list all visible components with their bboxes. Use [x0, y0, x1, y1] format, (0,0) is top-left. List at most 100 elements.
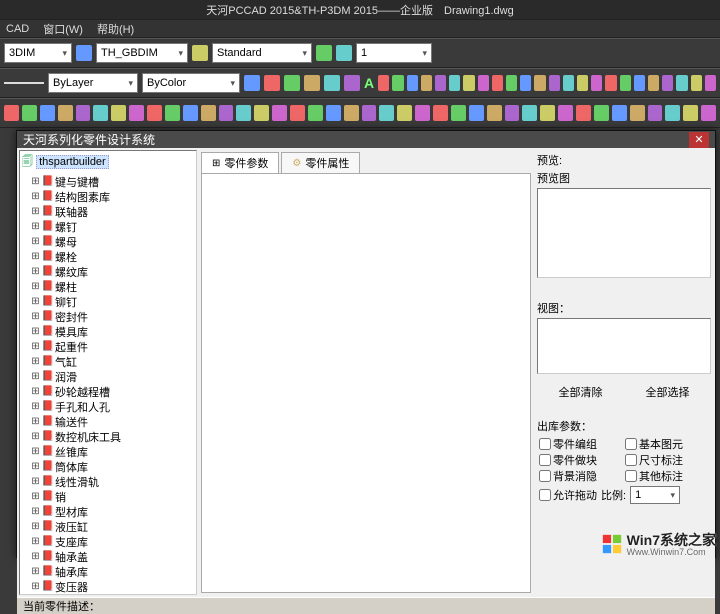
tree-item[interactable]: ⊞📕润滑 [20, 369, 196, 384]
tool-icon[interactable] [576, 105, 591, 121]
tool-icon[interactable] [201, 105, 216, 121]
tree-item[interactable]: ⊞📕丝锥库 [20, 444, 196, 459]
expander-icon[interactable]: ⊞ [30, 356, 41, 367]
tool-icon[interactable] [630, 105, 645, 121]
tool-icon[interactable] [284, 75, 300, 91]
check-part-group[interactable]: 零件编组 [539, 436, 617, 452]
tool-icon[interactable] [683, 105, 698, 121]
tool-icon[interactable] [540, 105, 555, 121]
expander-icon[interactable]: ⊞ [30, 296, 41, 307]
expander-icon[interactable]: ⊞ [30, 536, 41, 547]
tool-icon[interactable] [421, 75, 432, 91]
tree-item[interactable]: ⊞📕模具库 [20, 324, 196, 339]
tool-icon[interactable] [362, 105, 377, 121]
tool-icon[interactable] [648, 75, 659, 91]
tool-icon[interactable] [463, 75, 474, 91]
expander-icon[interactable]: ⊞ [30, 266, 41, 277]
tool-icon[interactable] [505, 105, 520, 121]
check-part-block[interactable]: 零件做块 [539, 452, 617, 468]
check-basic-elem[interactable]: 基本图元 [625, 436, 703, 452]
tool-icon[interactable] [165, 105, 180, 121]
tree-item[interactable]: ⊞📕螺钉 [20, 219, 196, 234]
tree-item[interactable]: ⊞📕密封件 [20, 309, 196, 324]
tool-icon[interactable] [605, 75, 616, 91]
tool-icon[interactable] [620, 75, 631, 91]
tool-icon[interactable] [676, 75, 687, 91]
tool-icon[interactable] [183, 105, 198, 121]
expander-icon[interactable]: ⊞ [30, 551, 41, 562]
tree-item[interactable]: ⊞📕螺柱 [20, 279, 196, 294]
tool-icon[interactable] [344, 75, 360, 91]
tree-item[interactable]: ⊞📕轴承盖 [20, 549, 196, 564]
tool-icon[interactable] [534, 75, 545, 91]
expander-icon[interactable]: ⊞ [30, 206, 41, 217]
expander-icon[interactable]: ⊞ [30, 581, 41, 592]
tool-icon[interactable] [76, 105, 91, 121]
expander-icon[interactable]: ⊞ [30, 431, 41, 442]
tool-icon[interactable] [236, 105, 251, 121]
expander-icon[interactable]: ⊞ [30, 446, 41, 457]
expander-icon[interactable]: ⊞ [30, 341, 41, 352]
tree-item[interactable]: ⊞📕筒体库 [20, 459, 196, 474]
tool-icon[interactable] [326, 105, 341, 121]
tool-icon[interactable] [264, 75, 280, 91]
tool-icon[interactable] [665, 105, 680, 121]
tree-item[interactable]: ⊞📕起重件 [20, 339, 196, 354]
tool-icon[interactable] [492, 75, 503, 91]
tree-item[interactable]: ⊞📕支座库 [20, 534, 196, 549]
menu-window[interactable]: 窗口(W) [43, 21, 83, 37]
tool-icon[interactable] [58, 105, 73, 121]
tree-item[interactable]: ⊞📕手孔和人孔 [20, 399, 196, 414]
expander-icon[interactable]: ⊞ [30, 566, 41, 577]
tab-params[interactable]: ⊞零件参数 [201, 152, 279, 173]
tree-item[interactable]: ⊞📕结构图素库 [20, 189, 196, 204]
tool-icon[interactable] [344, 105, 359, 121]
dialog-titlebar[interactable]: 天河系列化零件设计系统 ✕ [17, 131, 715, 148]
tool-icon[interactable] [336, 45, 352, 61]
tool-icon[interactable] [594, 105, 609, 121]
tool-icon[interactable] [254, 105, 269, 121]
expander-icon[interactable]: ⊞ [30, 521, 41, 532]
clear-all-button[interactable]: 全部清除 [559, 384, 603, 400]
expander-icon[interactable]: ⊞ [30, 506, 41, 517]
line-style-icon[interactable] [4, 82, 44, 84]
tool-icon[interactable] [433, 105, 448, 121]
tree-panel[interactable]: 🗐 thspartbuilder ⊞📕键与键槽⊞📕结构图素库⊞📕联轴器⊞📕螺钉⊞… [19, 150, 197, 595]
tool-icon[interactable] [397, 105, 412, 121]
expander-icon[interactable]: ⊞ [30, 176, 41, 187]
tool-icon[interactable] [392, 75, 403, 91]
tree-item[interactable]: ⊞📕销 [20, 489, 196, 504]
menu-help[interactable]: 帮助(H) [97, 21, 134, 37]
tool-icon[interactable] [691, 75, 702, 91]
tool-icon[interactable] [451, 105, 466, 121]
expander-icon[interactable]: ⊞ [30, 281, 41, 292]
tree-item[interactable]: ⊞📕变压器 [20, 579, 196, 594]
tree-item[interactable]: ⊞📕螺纹库 [20, 264, 196, 279]
expander-icon[interactable]: ⊞ [30, 311, 41, 322]
expander-icon[interactable]: ⊞ [30, 371, 41, 382]
tool-icon[interactable] [316, 45, 332, 61]
expander-icon[interactable]: ⊞ [30, 401, 41, 412]
tool-icon[interactable] [506, 75, 517, 91]
tool-icon[interactable] [487, 105, 502, 121]
expander-icon[interactable]: ⊞ [30, 191, 41, 202]
tool-icon[interactable] [22, 105, 37, 121]
check-allow-drag[interactable]: 允许拖动 [539, 487, 597, 503]
tool-icon[interactable] [304, 75, 320, 91]
standard-dropdown[interactable]: Standard▾ [212, 43, 312, 63]
tree-item[interactable]: ⊞📕型材库 [20, 504, 196, 519]
tool-icon[interactable] [469, 105, 484, 121]
tool-icon[interactable] [591, 75, 602, 91]
tool-icon[interactable] [701, 105, 716, 121]
expander-icon[interactable]: ⊞ [30, 491, 41, 502]
tree-item[interactable]: ⊞📕联轴器 [20, 204, 196, 219]
tree-item[interactable]: ⊞📕气缸 [20, 354, 196, 369]
tool-icon[interactable] [4, 105, 19, 121]
tool-icon[interactable] [147, 105, 162, 121]
a-icon[interactable]: A [364, 75, 374, 91]
tool-icon[interactable] [705, 75, 716, 91]
expander-icon[interactable]: ⊞ [30, 461, 41, 472]
tool-icon[interactable] [219, 105, 234, 121]
tool-icon[interactable] [662, 75, 673, 91]
tool-icon[interactable] [520, 75, 531, 91]
